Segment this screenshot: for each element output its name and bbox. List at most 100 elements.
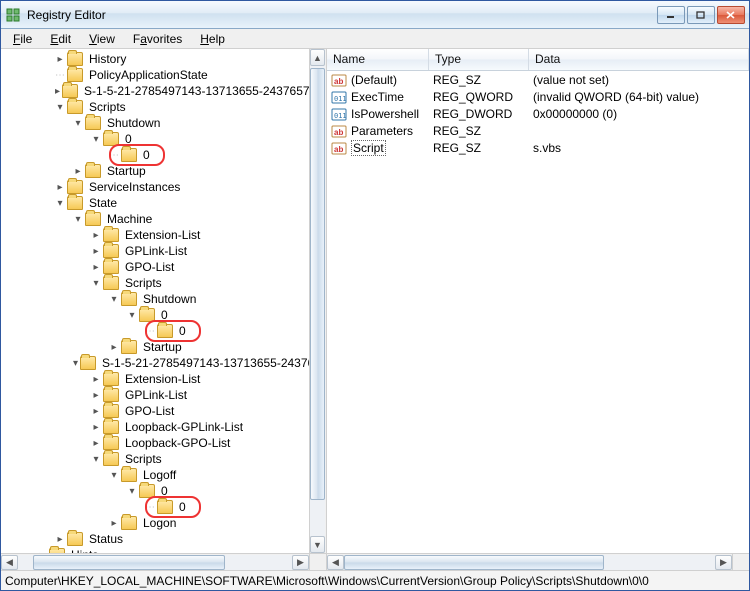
titlebar[interactable]: Registry Editor <box>1 1 749 29</box>
folder-icon <box>85 212 101 226</box>
folder-icon <box>121 340 137 354</box>
scroll-up-button[interactable]: ▲ <box>310 49 325 66</box>
expand-icon[interactable]: ▸ <box>91 390 101 400</box>
tree-node[interactable]: ▾State <box>1 195 309 211</box>
tree-node[interactable]: ⋯0 <box>1 499 309 515</box>
value-row[interactable]: 011IsPowershellREG_DWORD0x00000000 (0) <box>327 105 749 122</box>
collapse-icon[interactable]: ▾ <box>109 470 119 480</box>
collapse-icon[interactable]: ▾ <box>91 134 101 144</box>
tree-node[interactable]: ▾Scripts <box>1 451 309 467</box>
expand-icon[interactable]: ▸ <box>91 374 101 384</box>
tree-scroll-area[interactable]: ▸History⋯PolicyApplicationState▸S-1-5-21… <box>1 49 309 553</box>
tree-node[interactable]: ▾Scripts <box>1 99 309 115</box>
tree-node[interactable]: ▸Loopback-GPLink-List <box>1 419 309 435</box>
string-value-icon: ab <box>331 72 347 88</box>
tree-node[interactable]: ▾Scripts <box>1 275 309 291</box>
tree-connector: ⋯ <box>145 502 155 512</box>
tree-node[interactable]: ▾S-1-5-21-2785497143-13713655-24376 <box>1 355 309 371</box>
tree-node[interactable]: ▸GPO-List <box>1 403 309 419</box>
tree-node[interactable]: ⋯0 <box>1 147 309 163</box>
value-row[interactable]: abParametersREG_SZ <box>327 122 749 139</box>
expand-icon[interactable]: ▸ <box>55 534 65 544</box>
expand-icon[interactable]: ▸ <box>55 182 65 192</box>
value-row[interactable]: 011ExecTimeREG_QWORD(invalid QWORD (64-b… <box>327 88 749 105</box>
tree-node[interactable]: ⋯0 <box>1 323 309 339</box>
tree-node[interactable]: ▾Shutdown <box>1 291 309 307</box>
collapse-icon[interactable]: ▾ <box>55 102 65 112</box>
expand-icon[interactable]: ▸ <box>55 86 60 96</box>
scroll-down-button[interactable]: ▼ <box>310 536 325 553</box>
tree-node[interactable]: ⋯PolicyApplicationState <box>1 67 309 83</box>
value-row[interactable]: abScriptREG_SZs.vbs <box>327 139 749 156</box>
value-name: Parameters <box>351 124 433 138</box>
tree-node[interactable]: ▸S-1-5-21-2785497143-13713655-24376575 <box>1 83 309 99</box>
collapse-icon[interactable]: ▾ <box>91 278 101 288</box>
tree-node[interactable]: ▸History <box>1 51 309 67</box>
tree-node[interactable]: ▾0 <box>1 131 309 147</box>
collapse-icon[interactable]: ▾ <box>91 454 101 464</box>
collapse-icon[interactable]: ▾ <box>55 198 65 208</box>
maximize-button[interactable] <box>687 6 715 24</box>
collapse-icon[interactable]: ▾ <box>73 118 83 128</box>
folder-icon <box>103 452 119 466</box>
expand-icon[interactable]: ▸ <box>91 438 101 448</box>
collapse-icon[interactable]: ▾ <box>73 358 78 368</box>
tree-node[interactable]: ▸GPLink-List <box>1 387 309 403</box>
expand-icon[interactable]: ▸ <box>91 230 101 240</box>
tree-node[interactable]: ▸Loopback-GPO-List <box>1 435 309 451</box>
tree-node-label: GPO-List <box>123 260 176 274</box>
collapse-icon[interactable]: ▾ <box>73 214 83 224</box>
expand-icon[interactable]: ▸ <box>91 246 101 256</box>
tree-node[interactable]: ▸Logon <box>1 515 309 531</box>
folder-icon <box>67 100 83 114</box>
tree-node-label: ServiceInstances <box>87 180 182 194</box>
tree-node[interactable]: ▸ GPO-List <box>1 259 309 275</box>
scroll-left-button[interactable]: ◀ <box>1 555 18 570</box>
expand-icon[interactable]: ▸ <box>109 518 119 528</box>
tree-horizontal-scrollbar[interactable]: ◀ ▶ <box>1 553 309 570</box>
column-header-data[interactable]: Data <box>529 49 749 70</box>
tree-node[interactable]: ▾Logoff <box>1 467 309 483</box>
expand-icon[interactable]: ▸ <box>55 54 65 64</box>
menu-view[interactable]: ViewView <box>81 31 123 47</box>
collapse-icon[interactable]: ▾ <box>127 310 137 320</box>
tree-node[interactable]: ▸Extension-List <box>1 227 309 243</box>
tree-node[interactable]: ▾Shutdown <box>1 115 309 131</box>
menu-edit[interactable]: EditEdit <box>42 31 79 47</box>
tree-node-label: GPLink-List <box>123 244 189 258</box>
value-row[interactable]: ab(Default)REG_SZ(value not set) <box>327 71 749 88</box>
menu-file[interactable]: FFileile <box>5 31 40 47</box>
tree-node[interactable]: ▸Startup <box>1 163 309 179</box>
tree-node[interactable]: ▸Status <box>1 531 309 547</box>
minimize-button[interactable] <box>657 6 685 24</box>
expand-icon[interactable]: ▸ <box>91 406 101 416</box>
expand-icon[interactable]: ▸ <box>91 262 101 272</box>
folder-icon <box>121 516 137 530</box>
tree-vertical-scrollbar[interactable]: ▲ ▼ <box>309 49 326 553</box>
tree-node[interactable]: ▾0 <box>1 483 309 499</box>
value-data: (invalid QWORD (64-bit) value) <box>533 90 749 104</box>
folder-icon <box>103 228 119 242</box>
tree-node[interactable]: ▸ ServiceInstances <box>1 179 309 195</box>
tree-node[interactable]: ▸Extension-List <box>1 371 309 387</box>
expand-icon[interactable]: ▸ <box>91 422 101 432</box>
values-horizontal-scrollbar[interactable]: ◀ ▶ <box>327 553 732 570</box>
scroll-right-button[interactable]: ▶ <box>292 555 309 570</box>
tree-node[interactable]: ▸Startup <box>1 339 309 355</box>
expand-icon[interactable]: ▸ <box>109 342 119 352</box>
folder-icon <box>103 372 119 386</box>
tree-node[interactable]: ▾0 <box>1 307 309 323</box>
scroll-right-button[interactable]: ▶ <box>715 555 732 570</box>
tree-node[interactable]: ▸ GPLink-List <box>1 243 309 259</box>
collapse-icon[interactable]: ▾ <box>127 486 137 496</box>
values-list[interactable]: ab(Default)REG_SZ(value not set)011ExecT… <box>327 71 749 553</box>
column-header-type[interactable]: Type <box>429 49 529 70</box>
close-button[interactable] <box>717 6 745 24</box>
column-header-name[interactable]: Name <box>327 49 429 70</box>
menu-favorites[interactable]: FavoritesFavorites <box>125 31 190 47</box>
tree-node[interactable]: ▾Machine <box>1 211 309 227</box>
collapse-icon[interactable]: ▾ <box>109 294 119 304</box>
menu-help[interactable]: HelpHelp <box>192 31 233 47</box>
expand-icon[interactable]: ▸ <box>73 166 83 176</box>
scroll-left-button[interactable]: ◀ <box>327 555 344 570</box>
